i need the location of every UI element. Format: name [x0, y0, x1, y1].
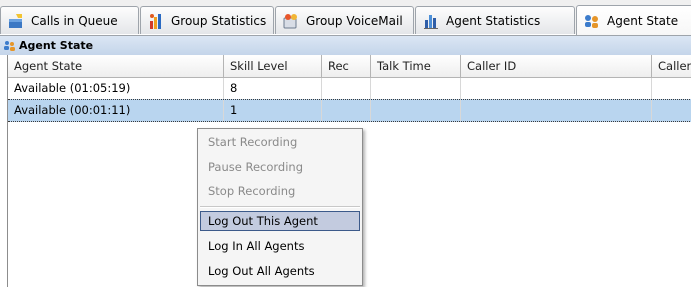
tab-label: Agent State: [607, 13, 679, 28]
tab-agent-statistics[interactable]: Agent Statistics: [415, 6, 575, 34]
cell-caller-id: [461, 78, 652, 99]
cell-agent-state: Available (00:01:11): [8, 100, 224, 121]
cell-caller: [652, 78, 691, 99]
menu-item-log-out-all-agents[interactable]: Log Out All Agents: [200, 261, 360, 281]
context-menu: Start Recording Pause Recording Stop Rec…: [197, 128, 363, 286]
voicemail-icon: [282, 12, 300, 30]
menu-item-log-in-all-agents[interactable]: Log In All Agents: [200, 236, 360, 256]
agent-state-icon: [3, 40, 16, 51]
table-row-selected[interactable]: Available (00:01:11) 1: [8, 99, 691, 122]
menu-item-start-recording[interactable]: Start Recording: [200, 132, 360, 152]
cell-agent-state: Available (01:05:19): [8, 78, 224, 99]
cell-talk-time: [371, 78, 461, 99]
agent-chart-icon: [422, 12, 440, 30]
column-header-caller-id[interactable]: Caller ID: [461, 55, 652, 77]
cell-caller-id: [461, 100, 652, 121]
agent-state-icon: [583, 12, 601, 30]
column-header-skill-level[interactable]: Skill Level: [224, 55, 322, 77]
tab-group-voicemail[interactable]: Group VoiceMail: [275, 6, 414, 34]
panel-header: Agent State: [0, 35, 691, 55]
cell-rec: [322, 78, 371, 99]
column-header-rec[interactable]: Rec: [322, 55, 371, 77]
tab-label: Calls in Queue: [31, 13, 118, 28]
table-row[interactable]: Available (01:05:19) 8: [8, 78, 691, 100]
column-header-agent-state[interactable]: Agent State: [8, 55, 224, 77]
grid-header: Agent State Skill Level Rec Talk Time Ca…: [8, 55, 691, 78]
menu-separator: [200, 206, 360, 208]
panel-title: Agent State: [19, 39, 94, 52]
tab-strip: Calls in Queue Group Statistics Group Vo…: [0, 0, 691, 35]
tab-label: Group VoiceMail: [306, 13, 403, 28]
cell-skill-level: 1: [224, 100, 322, 121]
phone-queue-icon: [7, 12, 25, 30]
tab-label: Group Statistics: [171, 13, 267, 28]
group-chart-icon: [147, 12, 165, 30]
tab-label: Agent Statistics: [446, 13, 541, 28]
tab-agent-state[interactable]: Agent State: [576, 5, 691, 35]
menu-item-stop-recording[interactable]: Stop Recording: [200, 181, 360, 201]
cell-rec: [322, 100, 371, 121]
menu-item-log-out-this-agent[interactable]: Log Out This Agent: [200, 211, 360, 231]
column-header-caller[interactable]: Caller: [652, 55, 691, 77]
tab-calls-in-queue[interactable]: Calls in Queue: [0, 6, 139, 34]
cell-talk-time: [371, 100, 461, 121]
cell-caller: [652, 100, 691, 121]
column-header-talk-time[interactable]: Talk Time: [371, 55, 461, 77]
cell-skill-level: 8: [224, 78, 322, 99]
tab-group-statistics[interactable]: Group Statistics: [140, 6, 274, 34]
menu-item-pause-recording[interactable]: Pause Recording: [200, 157, 360, 177]
